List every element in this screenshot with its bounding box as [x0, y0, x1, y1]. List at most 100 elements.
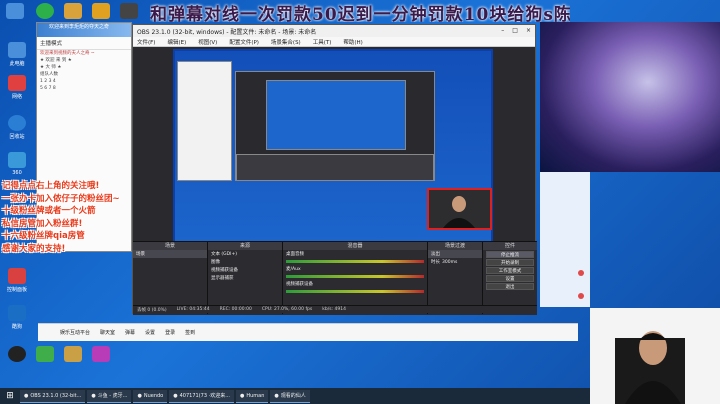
controls-dock-title: 控件 [483, 242, 537, 250]
nested-obs-window [235, 71, 435, 181]
mixer-channel-label: 麦/Aux [286, 267, 301, 272]
taskbar-item-label: Human [246, 392, 265, 399]
chat-line: 组队人数 [40, 72, 58, 77]
transition-duration-value[interactable]: 300ms [442, 260, 457, 265]
webcam-overlay [427, 188, 492, 230]
controls-dock: 控件 停止推流 开始录制 工作室模式 设置 退出 [483, 242, 537, 314]
start-recording-button[interactable]: 开始录制 [486, 259, 534, 266]
transition-type-select[interactable]: 淡出 [428, 250, 482, 258]
chat-icon: ● [173, 392, 178, 399]
source-item[interactable]: 文本 (GDI+) [208, 250, 282, 258]
overlay-line: 十六级粉丝牌qia房管 [2, 231, 85, 241]
transition-duration[interactable]: 时长 300ms [428, 258, 482, 266]
chat-line: 5 6 7 8 [40, 86, 56, 91]
taskbar-item-nuendo[interactable]: ● Nuendo [133, 389, 168, 403]
mixer-meter[interactable] [286, 275, 424, 278]
footer-item[interactable]: 弹幕 [125, 329, 135, 336]
green-browser-icon[interactable] [36, 3, 54, 19]
folder-icon[interactable] [64, 3, 82, 19]
qq-icon[interactable] [8, 346, 26, 362]
desktop-icon-label: 网络 [11, 94, 22, 100]
taskbar-item-chat[interactable]: ● 407171(73 ·欢迎来... [169, 389, 234, 403]
source-item[interactable]: 显示器捕获 [208, 274, 282, 282]
overlay-line: 感谢大家的支持! [2, 243, 66, 254]
webcam-person [429, 190, 490, 228]
desktop-icon-3[interactable] [8, 115, 26, 131]
minimize-icon[interactable]: – [501, 27, 504, 35]
desktop-icon-2[interactable] [8, 75, 26, 91]
obs-window[interactable]: OBS 23.1.0 (32-bit, windows) - 配置文件: 未命名… [132, 24, 537, 315]
desktop-icon-label: 此电脑 [9, 61, 25, 67]
source-item[interactable]: 图像 [208, 258, 282, 266]
menu-help[interactable]: 帮助(H) [343, 38, 362, 46]
nested-docks [236, 154, 434, 181]
desktop-icon-label: 控制面板 [6, 287, 27, 293]
desktop-icon-label: 酷狗 [11, 324, 22, 330]
maximize-icon[interactable]: □ [512, 27, 518, 35]
live-time: LIVE: 04:35:44 [176, 307, 210, 312]
pubg-icon[interactable] [64, 346, 82, 362]
obs-title: OBS 23.1.0 (32-bit, windows) - 配置文件: 未命名… [137, 29, 317, 36]
chat-footer: 娱乐互动平台 聊天室 弹幕 设置 登录 签到 [38, 323, 578, 341]
taskbar-item-human[interactable]: ● Human [235, 389, 269, 403]
taskbar-item-douyu[interactable]: ● 斗鱼 - 虎牙... [87, 389, 132, 403]
footer-item[interactable]: 签到 [185, 329, 195, 336]
taskbar: ⊞ ● OBS 23.1.0 (32-bit... ● 斗鱼 - 虎牙... ●… [0, 388, 590, 404]
dot-icon [578, 293, 584, 299]
desktop-icon-4[interactable] [8, 152, 26, 168]
chat-header: 欢迎来到李炬炬的夺天之奇 [37, 23, 131, 37]
chat-line: ★ 欢迎 来 到 ★ [40, 58, 72, 63]
transition-duration-label: 时长 [431, 260, 440, 265]
store-icon[interactable] [92, 346, 110, 362]
computer-icon[interactable] [6, 3, 24, 19]
streamer-camera [590, 308, 720, 404]
footer-item[interactable]: 登录 [165, 329, 175, 336]
close-icon[interactable]: × [526, 27, 531, 35]
menu-scene-collection[interactable]: 场景集合(S) [271, 38, 301, 46]
desktop-icon-label: 回收站 [9, 134, 25, 140]
game-icon[interactable] [92, 3, 110, 19]
mixer-meter[interactable] [286, 260, 424, 263]
taskbar-item-label: Nuendo [143, 392, 164, 399]
photo-icon[interactable] [120, 3, 138, 19]
desktop-icon-1[interactable] [8, 42, 26, 58]
mixer-meter[interactable] [286, 290, 424, 293]
source-item[interactable]: 视频捕获设备 [208, 266, 282, 274]
stop-streaming-button[interactable]: 停止推流 [486, 251, 534, 258]
douyu-icon: ● [91, 392, 96, 399]
menu-tools[interactable]: 工具(T) [313, 38, 332, 46]
settings-button[interactable]: 设置 [486, 275, 534, 282]
stream-banner: 和弹幕对线一次罚款50迟到一分钟罚款10块给狗s陈 [150, 5, 570, 22]
wallpaper-side [540, 172, 590, 307]
human-icon: ● [239, 392, 245, 399]
footer-item[interactable]: 娱乐互动平台 [60, 329, 90, 336]
sources-dock-title: 来源 [208, 242, 282, 250]
obs-docks: 场景 场景 来源 文本 (GDI+) 图像 视频捕获设备 显示器捕获 混音器 桌… [133, 241, 537, 315]
exit-button[interactable]: 退出 [486, 283, 534, 290]
green-app-icon[interactable] [36, 346, 54, 362]
start-button[interactable]: ⊞ [2, 389, 18, 403]
desktop-icon-5[interactable] [8, 268, 26, 284]
menu-edit[interactable]: 编辑(E) [167, 38, 186, 46]
sources-dock: 来源 文本 (GDI+) 图像 视频捕获设备 显示器捕获 [208, 242, 283, 314]
studio-mode-button[interactable]: 工作室模式 [486, 267, 534, 274]
taskbar-item-obs[interactable]: ● OBS 23.1.0 (32-bit... [20, 389, 86, 403]
taskbar-item-steam[interactable]: ● 观看的仙人 [270, 389, 310, 403]
mixer-dock-title: 混音器 [283, 242, 427, 250]
dropped-frames: 丢帧 0 (0.0%) [137, 307, 167, 313]
obs-titlebar: OBS 23.1.0 (32-bit, windows) - 配置文件: 未命名… [133, 25, 535, 37]
menu-view[interactable]: 视图(V) [198, 38, 217, 46]
obs-menubar: 文件(F) 编辑(E) 视图(V) 配置文件(P) 场景集合(S) 工具(T) … [133, 37, 535, 47]
footer-item[interactable]: 设置 [145, 329, 155, 336]
menu-file[interactable]: 文件(F) [137, 38, 155, 46]
chat-room-line: 欢迎来到视频的夫人之奇 ~ [40, 51, 95, 56]
mixer-dock: 混音器 桌面音频 麦/Aux 视频捕获设备 [283, 242, 428, 314]
rec-time: REC: 00:00:00 [219, 307, 252, 312]
footer-item[interactable]: 聊天室 [100, 329, 115, 336]
scenes-dock: 场景 场景 [133, 242, 208, 314]
menu-profile[interactable]: 配置文件(P) [229, 38, 259, 46]
chat-line: 1 2 3 4 [40, 79, 56, 84]
scene-item[interactable]: 场景 [133, 250, 207, 258]
desktop-icon-6[interactable] [8, 305, 26, 321]
desktop-icon-label: 360 [12, 170, 22, 176]
